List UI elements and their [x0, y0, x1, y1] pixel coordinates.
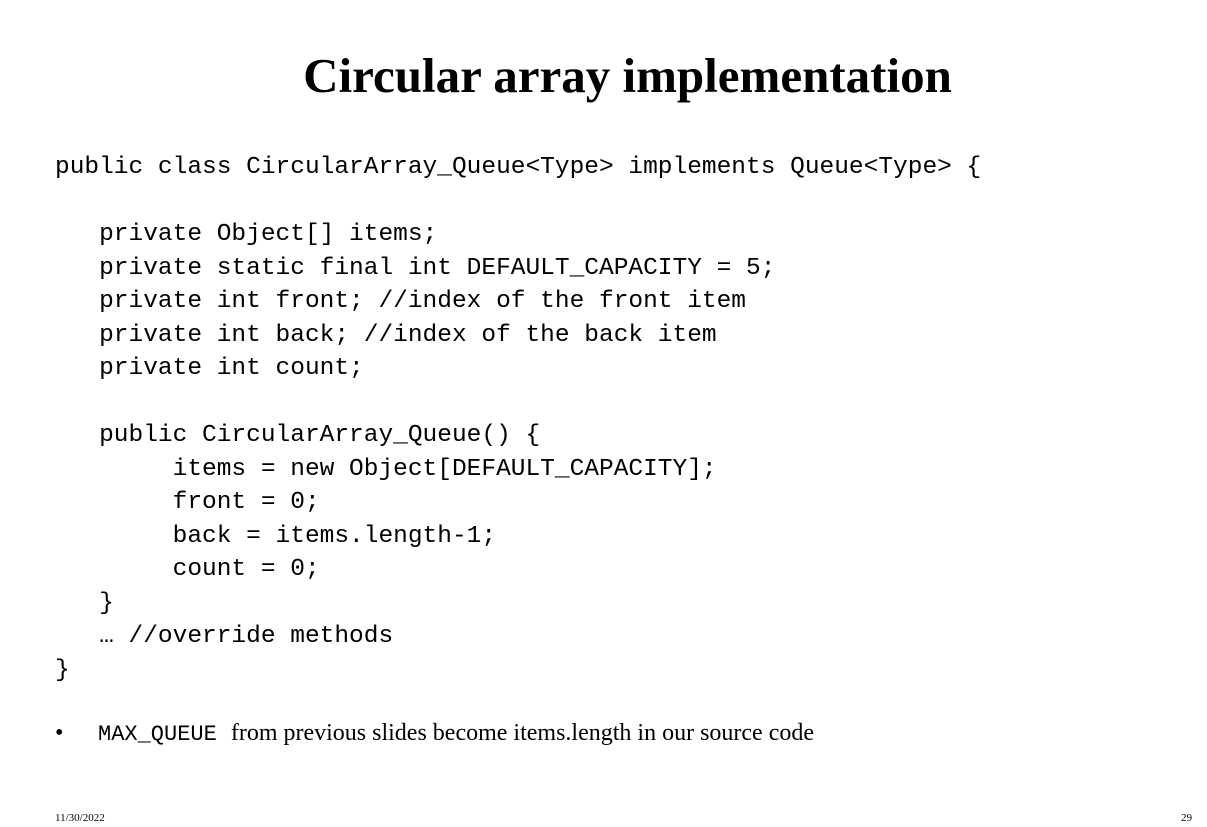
page-number: 29	[1181, 812, 1192, 824]
code-line: count = 0;	[55, 556, 320, 583]
footer-date: 11/30/2022	[55, 812, 105, 824]
code-line: back = items.length-1;	[55, 522, 497, 550]
bullet-code-term: MAX_QUEUE	[98, 722, 217, 747]
code-line: }	[55, 589, 114, 617]
code-line: private int back; //index of the back it…	[55, 321, 717, 349]
slide-title: Circular array implementation	[303, 48, 952, 103]
code-line: private int front; //index of the front …	[55, 288, 747, 315]
bullet-icon: •	[55, 720, 64, 746]
code-line: public class CircularArray_Queue<Type> i…	[55, 154, 982, 181]
code-line: items = new Object[DEFAULT_CAPACITY];	[55, 455, 717, 483]
code-line: public CircularArray_Queue() {	[55, 422, 541, 449]
code-line: private static final int DEFAULT_CAPACIT…	[55, 254, 776, 282]
code-line: private int count;	[55, 355, 364, 382]
bullet-text: from previous slides become items.length…	[230, 720, 815, 746]
code-line: … //override methods	[55, 623, 394, 650]
code-line: private Object[] items;	[55, 221, 438, 248]
code-line: }	[55, 656, 70, 684]
bullet-item: • MAX_QUEUE from previous slides become …	[55, 720, 814, 754]
code-block: public class CircularArray_Queue<Type> i…	[55, 151, 981, 687]
code-line: front = 0;	[55, 489, 320, 516]
